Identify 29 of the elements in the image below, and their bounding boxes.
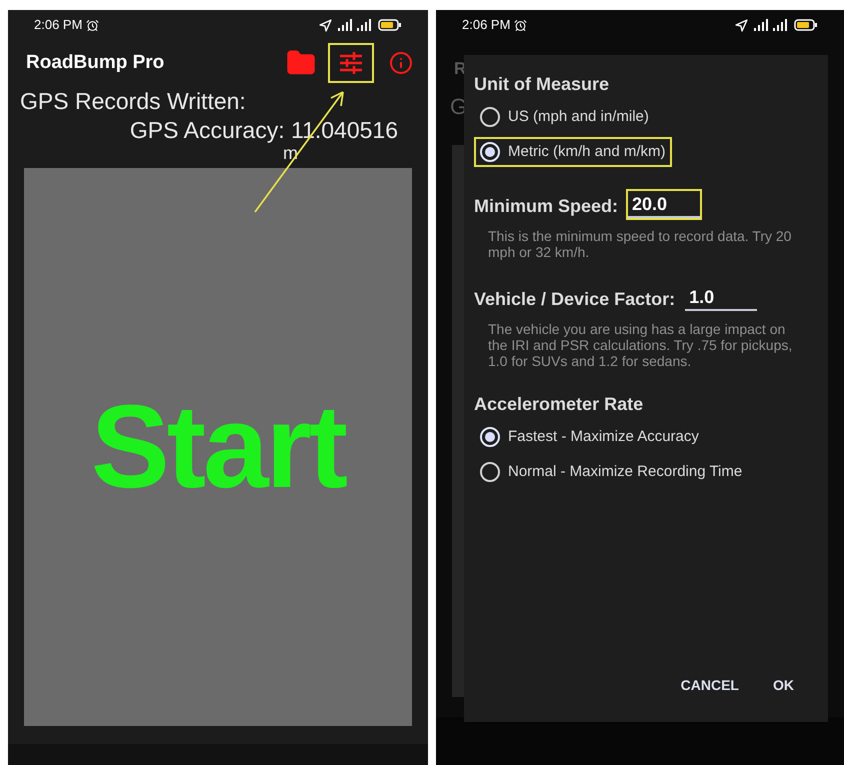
info-icon — [389, 51, 413, 75]
input-field[interactable]: 1.0 — [683, 282, 760, 313]
radio-option[interactable]: US (mph and in/mile) — [474, 102, 655, 132]
help-text: This is the minimum speed to record data. Try 20 mph or 32 km/h. — [487, 228, 792, 260]
location-arrow-icon — [735, 18, 748, 32]
status-time: 2:06 PM — [34, 16, 82, 34]
field-label: Vehicle / Device Factor: — [474, 288, 676, 311]
radio-option[interactable]: Metric (km/h and m/km) — [474, 136, 672, 167]
settings-button[interactable] — [328, 43, 374, 83]
battery-icon — [378, 19, 402, 31]
gps-records-label: GPS Records Written: — [20, 88, 246, 114]
help-text: The vehicle you are using has a large impact on the IRI and PSR calculations. Try .75 for pickups, 1.0 for SUVs and 1.2 for sedans. — [487, 321, 794, 369]
alarm-icon — [86, 18, 100, 32]
battery-icon — [794, 19, 818, 31]
app-title: RoadBump Pro — [26, 50, 164, 75]
dialog-button[interactable]: CANCEL — [670, 669, 749, 702]
alarm-icon — [514, 18, 528, 32]
section-title: Unit of Measure — [474, 73, 610, 96]
field-label: Minimum Speed: — [474, 195, 618, 218]
input-field[interactable]: 20.0 — [626, 189, 702, 220]
radio-option[interactable]: Normal - Maximize Recording Time — [474, 456, 748, 487]
location-arrow-icon — [319, 18, 332, 32]
dialog-button[interactable]: OK — [763, 669, 804, 702]
signal-icon — [754, 19, 788, 31]
radio-option[interactable]: Fastest - Maximize Accuracy — [474, 422, 705, 452]
signal-icon — [338, 19, 372, 31]
sliders-icon — [338, 50, 364, 76]
section-title: Accelerometer Rate — [474, 393, 644, 416]
status-time: 2:06 PM — [462, 16, 510, 34]
